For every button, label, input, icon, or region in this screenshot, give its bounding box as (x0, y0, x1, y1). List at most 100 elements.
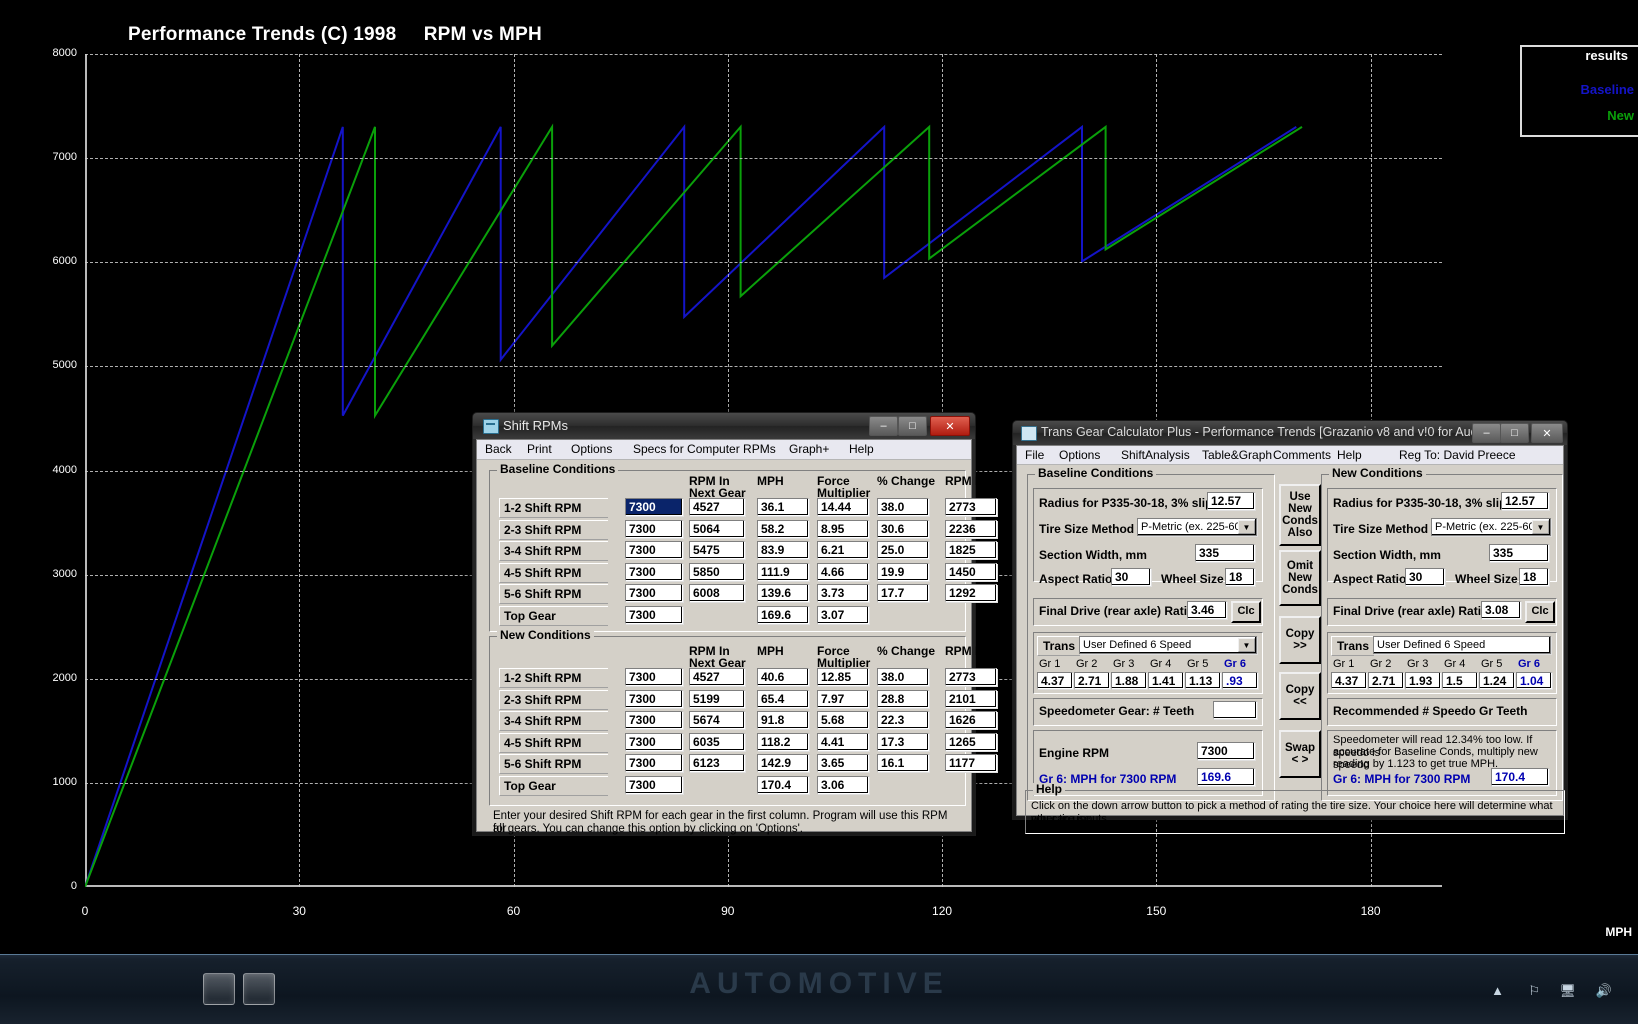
rpm-drop-3[interactable]: 1265 (945, 732, 997, 751)
baseline-gear-ratio-1[interactable]: 4.37 (1037, 672, 1073, 689)
baseline-section-width-value[interactable]: 335 (1195, 544, 1255, 562)
force-multiplier-1[interactable]: 7.97 (817, 689, 869, 708)
percent-change-2[interactable]: 22.3 (877, 711, 929, 729)
mph-value-2[interactable]: 91.8 (757, 711, 809, 729)
mph-value-3[interactable]: 118.2 (757, 732, 809, 751)
percent-change-1[interactable]: 30.6 (877, 519, 929, 538)
trans-menu-options[interactable]: Options (1059, 448, 1100, 462)
rpm-next-gear-2[interactable]: 5475 (689, 541, 745, 559)
baseline-speedo-value[interactable] (1213, 701, 1257, 719)
rpm-drop-4[interactable]: 1177 (945, 754, 997, 772)
rpm-next-gear-4[interactable]: 6123 (689, 754, 745, 772)
force-multiplier-2[interactable]: 6.21 (817, 541, 869, 559)
shift-rpm-input-5[interactable]: 7300 (625, 605, 683, 624)
force-multiplier-1[interactable]: 8.95 (817, 519, 869, 538)
menu-specs-for-computer-rpms[interactable]: Specs for Computer RPMs (633, 442, 776, 456)
shift-rpm-input-0[interactable]: 7300 (625, 498, 683, 516)
new-gear-ratio-4[interactable]: 1.5 (1442, 672, 1478, 689)
copy-left-button[interactable]: Copy << (1279, 672, 1321, 720)
shift-rpm-input-0[interactable]: 7300 (625, 668, 683, 686)
rpm-next-gear-1[interactable]: 5199 (689, 689, 745, 708)
baseline-top-gear-mph-value[interactable]: 169.6 (1197, 768, 1255, 786)
rpm-next-gear-3[interactable]: 6035 (689, 732, 745, 751)
media-player-icon[interactable] (48, 973, 78, 1003)
rpm-drop-0[interactable]: 2773 (945, 668, 997, 686)
trans-gear-app-taskbar-icon[interactable] (243, 973, 275, 1005)
shift-rpm-input-2[interactable]: 7300 (625, 711, 683, 729)
rpm-drop-1[interactable]: 2236 (945, 519, 997, 538)
trans-menu-shiftanalysis[interactable]: ShiftAnalysis (1121, 448, 1190, 462)
mph-value-2[interactable]: 83.9 (757, 541, 809, 559)
chrome-icon[interactable] (166, 973, 196, 1003)
baseline-tire-size-method-combo[interactable]: P-Metric (ex. 225-60-15) ▼ (1137, 518, 1257, 536)
force-multiplier-4[interactable]: 3.73 (817, 584, 869, 602)
rpm-next-gear-4[interactable]: 6008 (689, 584, 745, 602)
menu-options[interactable]: Options (571, 442, 612, 456)
rpm-drop-0[interactable]: 2773 (945, 498, 997, 516)
baseline-radius-value[interactable]: 12.57 (1207, 492, 1255, 510)
baseline-gear-ratio-5[interactable]: 1.13 (1185, 672, 1221, 689)
trans-menu-file[interactable]: File (1025, 448, 1044, 462)
menu-print[interactable]: Print (527, 442, 552, 456)
rpm-next-gear-3[interactable]: 5850 (689, 562, 745, 581)
omit-new-conds-button[interactable]: Omit New Conds (1279, 550, 1321, 606)
shift-rpms-titlebar[interactable]: Shift RPMs – □ ✕ (473, 413, 975, 439)
swap-button[interactable]: Swap < > (1279, 730, 1321, 778)
rpm-drop-1[interactable]: 2101 (945, 689, 997, 708)
baseline-trans-combo[interactable]: User Defined 6 Speed ▼ (1079, 636, 1257, 654)
baseline-gear-ratio-6[interactable]: .93 (1222, 672, 1258, 689)
firefox-icon[interactable] (203, 973, 235, 1005)
new-gear-ratio-3[interactable]: 1.93 (1405, 672, 1441, 689)
force-multiplier-4[interactable]: 3.65 (817, 754, 869, 772)
trans-minimize-button[interactable]: – (1472, 423, 1501, 443)
trans-gear-titlebar[interactable]: Trans Gear Calculator Plus - Performance… (1013, 421, 1567, 445)
trans-menu-table-graph[interactable]: Table&Graph (1202, 448, 1272, 462)
shift-rpm-input-4[interactable]: 7300 (625, 584, 683, 602)
shift-rpm-input-3[interactable]: 7300 (625, 732, 683, 751)
internet-explorer-icon[interactable] (126, 973, 156, 1003)
force-multiplier-0[interactable]: 14.44 (817, 498, 869, 516)
mph-value-5[interactable]: 169.6 (757, 605, 809, 624)
force-multiplier-0[interactable]: 12.85 (817, 668, 869, 686)
baseline-wheel-size-value[interactable]: 18 (1225, 568, 1255, 586)
percent-change-4[interactable]: 17.7 (877, 584, 929, 602)
menu-help[interactable]: Help (849, 442, 874, 456)
shift-rpm-input-3[interactable]: 7300 (625, 562, 683, 581)
baseline-clc-button[interactable]: Clc (1231, 601, 1261, 623)
mph-value-0[interactable]: 36.1 (757, 498, 809, 516)
mph-value-0[interactable]: 40.6 (757, 668, 809, 686)
new-wheel-size-value[interactable]: 18 (1519, 568, 1549, 586)
new-trans-combo[interactable]: User Defined 6 Speed (1373, 636, 1551, 654)
baseline-gear-ratio-3[interactable]: 1.88 (1111, 672, 1147, 689)
chevron-down-icon[interactable]: ▼ (1238, 520, 1255, 534)
new-aspect-ratio-value[interactable]: 30 (1405, 568, 1445, 586)
shift-rpm-input-4[interactable]: 7300 (625, 754, 683, 772)
mph-value-4[interactable]: 139.6 (757, 584, 809, 602)
shift-rpm-input-5[interactable]: 7300 (625, 775, 683, 794)
mph-value-1[interactable]: 58.2 (757, 519, 809, 538)
new-top-gear-mph-value[interactable]: 170.4 (1491, 768, 1549, 786)
copy-right-button[interactable]: Copy >> (1279, 616, 1321, 664)
rpm-drop-2[interactable]: 1825 (945, 541, 997, 559)
minimize-button[interactable]: – (869, 416, 898, 436)
chevron-down-icon[interactable]: ▼ (1532, 520, 1549, 534)
shift-rpms-window[interactable]: Shift RPMs – □ ✕ Back Print Options Spec… (472, 412, 1003, 836)
outlook-icon[interactable] (88, 973, 118, 1003)
new-section-width-value[interactable]: 335 (1489, 544, 1549, 562)
force-multiplier-3[interactable]: 4.41 (817, 732, 869, 751)
trans-menu-comments[interactable]: Comments (1273, 448, 1331, 462)
maximize-button[interactable]: □ (898, 416, 927, 436)
menu-back[interactable]: Back (485, 442, 512, 456)
new-tire-size-method-combo[interactable]: P-Metric (ex. 225-60-15) ▼ (1431, 518, 1551, 536)
percent-change-3[interactable]: 19.9 (877, 562, 929, 581)
new-gear-ratio-2[interactable]: 2.71 (1368, 672, 1404, 689)
network-icon[interactable]: 🖥 (1559, 983, 1576, 999)
force-multiplier-5[interactable]: 3.07 (817, 605, 869, 624)
force-multiplier-2[interactable]: 5.68 (817, 711, 869, 729)
baseline-final-drive-value[interactable]: 3.46 (1187, 601, 1227, 619)
percent-change-1[interactable]: 28.8 (877, 689, 929, 708)
windows-taskbar[interactable]: AUTOMOTIVE ▲ ⚐ 🖥 🔊 (0, 954, 1638, 1024)
trans-menu-help[interactable]: Help (1337, 448, 1362, 462)
chevron-down-icon[interactable]: ▼ (1238, 638, 1255, 652)
percent-change-0[interactable]: 38.0 (877, 498, 929, 516)
